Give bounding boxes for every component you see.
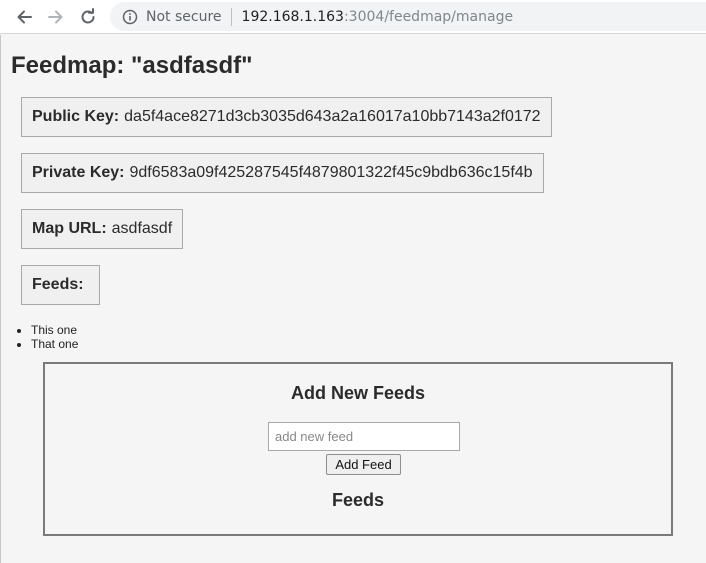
browser-toolbar: Not secure 192.168.1.163:3004/feedmap/ma… (0, 0, 706, 34)
feeds-box: Feeds: (21, 265, 100, 305)
list-item: That one (31, 337, 78, 351)
address-bar[interactable]: Not secure 192.168.1.163:3004/feedmap/ma… (110, 2, 706, 31)
url-host: 192.168.1.163 (241, 8, 344, 25)
add-feeds-heading: Add New Feeds (290, 383, 426, 403)
feed-list: This one That one (1, 323, 78, 351)
reload-button[interactable] (76, 5, 100, 29)
public-key-label: Public Key: (32, 108, 120, 125)
address-separator (230, 7, 232, 26)
map-url-box: Map URL: asdfasdf (21, 209, 184, 249)
add-feeds-panel: Add New Feeds Add Feed Feeds (43, 362, 673, 536)
feeds-label: Feeds: (32, 276, 84, 293)
security-label[interactable]: Not secure (146, 9, 222, 25)
add-feed-button[interactable]: Add Feed (326, 454, 401, 475)
public-key-value: da5f4ace8271d3cb3035d643a2a16017a10bb714… (124, 108, 541, 125)
private-key-box: Private Key: 9df6583a09f425287545f487980… (21, 153, 544, 193)
list-item: This one (31, 323, 78, 337)
info-icon[interactable] (122, 9, 138, 25)
map-url-label: Map URL: (32, 220, 107, 237)
private-key-value: 9df6583a09f425287545f4879801322f45c9bdb6… (129, 164, 533, 181)
new-feed-input[interactable] (268, 422, 460, 451)
back-arrow-icon (17, 10, 32, 24)
public-key-box: Public Key: da5f4ace8271d3cb3035d643a2a1… (21, 97, 552, 137)
page-title: Feedmap: "asdfasdf" (11, 52, 253, 79)
map-url-value: asdfasdf (111, 220, 173, 237)
url-text[interactable]: 192.168.1.163:3004/feedmap/manage (242, 9, 514, 25)
forward-arrow-icon (48, 10, 63, 24)
reload-icon (81, 8, 95, 24)
forward-button[interactable] (44, 5, 68, 29)
back-button[interactable] (12, 5, 36, 29)
feeds-heading: Feeds (331, 490, 385, 510)
page-content: Feedmap: "asdfasdf" Public Key: da5f4ace… (0, 35, 706, 563)
private-key-label: Private Key: (32, 164, 125, 181)
url-path: :3004/feedmap/manage (343, 8, 514, 25)
